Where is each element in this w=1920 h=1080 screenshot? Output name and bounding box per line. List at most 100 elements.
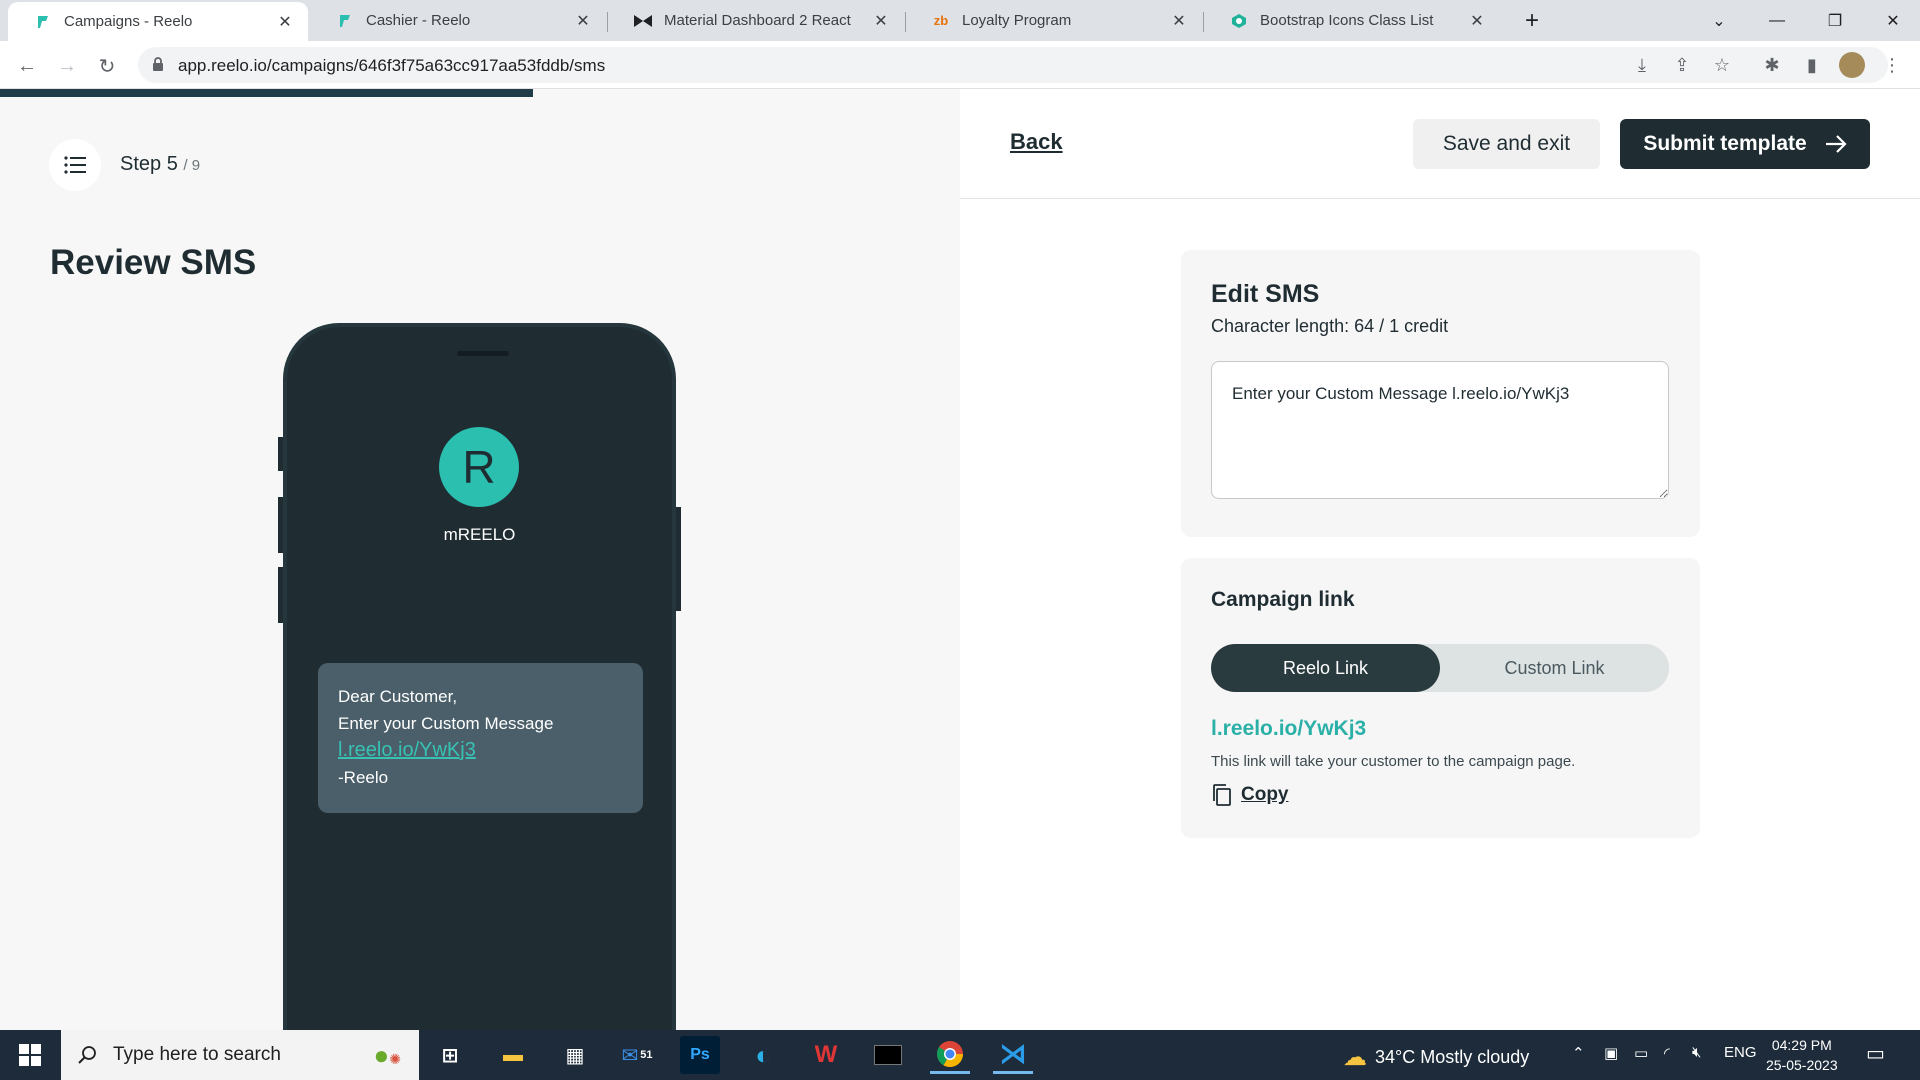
lock-icon [153,57,163,71]
volume-muted-icon[interactable]: 🔇︎ [1692,1044,1701,1061]
sms-textarea[interactable]: Enter your Custom Message l.reelo.io/YwK… [1211,361,1669,499]
mail-icon[interactable]: ✉ 51 [618,1036,658,1074]
close-icon[interactable]: ✕ [574,11,592,31]
system-clock[interactable]: 04:29 PM 25-05-2023 [1766,1035,1838,1075]
forward-arrow-icon[interactable]: → [52,51,82,81]
wps-icon[interactable]: W [806,1036,846,1074]
africa-map-icon: ●✺ [373,1039,401,1070]
reelo-link-option[interactable]: Reelo Link [1211,644,1440,692]
clock-time: 04:29 PM [1771,1037,1832,1053]
edit-sms-card: Edit SMS Character length: 64 / 1 credit… [1181,250,1700,537]
back-link[interactable]: Back [1010,129,1063,155]
search-placeholder: Type here to search [113,1044,281,1065]
tab-title: Cashier - Reelo [366,12,471,29]
profile-avatar[interactable] [1838,51,1866,79]
omnibox[interactable]: app.reelo.io/campaigns/646f3f75a63cc917a… [138,47,1888,83]
terminal-icon[interactable] [868,1036,908,1074]
close-icon[interactable]: ✕ [872,11,890,31]
browser-menu-icon[interactable]: ⋮ [1878,51,1906,79]
window-close-icon[interactable]: ✕ [1864,0,1920,41]
phone-mockup: R mREELO Dear Customer, Enter your Custo… [278,323,681,1043]
page: Step 5 / 9 Review SMS R mREELO Dear Cust… [0,89,1920,1043]
minimize-icon[interactable]: — [1748,0,1806,41]
wizard-progress-bar [0,89,533,97]
campaign-link-card: Campaign link Reelo Link Custom Link l.r… [1181,558,1700,838]
new-tab-plus-icon[interactable]: + [1502,0,1562,41]
copy-button[interactable]: Copy [1211,783,1289,807]
url-text: app.reelo.io/campaigns/646f3f75a63cc917a… [178,56,606,75]
tray-meet-icon[interactable]: ▣ [1604,1044,1618,1062]
taskbar-search-box[interactable]: Type here to search ●✺ [61,1030,419,1080]
wifi-icon[interactable]: ◜ [1664,1044,1670,1062]
bootstrap-favicon-icon [1230,12,1248,30]
close-icon[interactable]: ✕ [1170,11,1188,31]
page-title: Review SMS [50,243,257,282]
install-icon[interactable]: ⤓ [1628,51,1656,79]
tab-material-dashboard[interactable]: Material Dashboard 2 React ✕ [608,0,904,41]
windows-start-icon[interactable] [0,1030,60,1080]
step-total: / 9 [183,157,201,174]
zb-favicon-icon: zb [933,13,949,28]
side-panel-icon[interactable]: ▮ [1798,51,1826,79]
steps-menu-button[interactable] [49,139,101,191]
phone-speaker [457,351,509,356]
microsoft-store-icon[interactable]: ▦ [555,1036,595,1074]
back-arrow-icon[interactable]: ← [12,51,42,81]
cloudy-weather-icon: ☁ [1343,1044,1367,1071]
message-link[interactable]: l.reelo.io/YwKj3 [338,739,476,761]
share-icon[interactable]: ⇪ [1668,51,1696,79]
task-view-icon[interactable]: ⊞ [430,1036,470,1074]
tab-bootstrap-icons[interactable]: Bootstrap Icons Class List ✕ [1204,0,1500,41]
campaign-link-title: Campaign link [1211,588,1355,611]
extensions-puzzle-icon[interactable]: ✱ [1758,51,1786,79]
language-indicator[interactable]: ENG [1724,1044,1757,1061]
message-body: Enter your Custom Message [338,714,554,733]
sms-message-bubble: Dear Customer, Enter your Custom Message… [318,663,643,813]
tab-loyalty-program[interactable]: zb Loyalty Program ✕ [906,0,1202,41]
phone-side-button [676,507,681,611]
tab-search-chevron-icon[interactable]: ⌄ [1690,0,1748,41]
windows-taskbar: Type here to search ●✺ ⊞ ▬ ▦ ✉ 51 Ps ◐ W … [0,1030,1920,1080]
close-icon[interactable]: ✕ [276,12,294,32]
custom-link-option[interactable]: Custom Link [1440,644,1669,692]
bookmark-star-icon[interactable]: ☆ [1708,51,1736,79]
bowtie-favicon-icon [634,12,652,30]
arrow-right-icon [1825,135,1847,153]
weather-text: 34°C Mostly cloudy [1375,1047,1530,1067]
list-icon [64,156,86,174]
search-icon [78,1046,96,1064]
tray-chevron-icon[interactable]: ⌃ [1572,1044,1585,1062]
sender-avatar: R [439,427,519,507]
character-length: Character length: 64 / 1 credit [1211,316,1449,336]
message-signature: -Reelo [338,768,389,787]
close-icon[interactable]: ✕ [1468,11,1486,31]
battery-icon[interactable]: ▭ [1634,1044,1648,1062]
preview-panel: Step 5 / 9 Review SMS R mREELO Dear Cust… [0,89,960,1043]
photoshop-icon[interactable]: Ps [680,1036,720,1074]
mail-badge: 51 [638,1049,655,1061]
edge-icon[interactable]: ◐ [743,1036,783,1074]
tab-cashier[interactable]: Cashier - Reelo ✕ [310,0,606,41]
reload-icon[interactable]: ↻ [92,51,122,81]
phone-side-button [278,567,283,623]
tab-campaigns[interactable]: Campaigns - Reelo ✕ [8,2,308,41]
link-type-toggle: Reelo Link Custom Link [1211,644,1669,692]
editor-top-bar: Back Save and exit Submit template [960,89,1920,199]
message-greeting: Dear Customer, [338,687,458,706]
editor-panel: Back Save and exit Submit template Edit … [960,89,1920,1030]
link-help-text: This link will take your customer to the… [1211,753,1576,770]
reelo-favicon-icon [34,13,52,31]
notifications-icon[interactable]: ▭ [1866,1041,1885,1066]
save-and-exit-button[interactable]: Save and exit [1413,119,1600,169]
weather-widget[interactable]: ☁ 34°C Mostly cloudy [1343,1043,1529,1072]
vscode-icon[interactable]: ⋊ [993,1036,1033,1074]
address-bar: ← → ↻ app.reelo.io/campaigns/646f3f75a63… [0,41,1920,89]
restore-icon[interactable]: ❐ [1806,0,1864,41]
file-explorer-icon[interactable]: ▬ [493,1036,533,1074]
campaign-short-link[interactable]: l.reelo.io/YwKj3 [1211,717,1366,741]
chrome-icon[interactable] [930,1036,970,1074]
tab-title: Loyalty Program [962,12,1072,29]
submit-template-button[interactable]: Submit template [1620,119,1870,169]
tab-title: Campaigns - Reelo [64,13,193,30]
step-indicator: Step 5 / 9 [120,153,200,176]
